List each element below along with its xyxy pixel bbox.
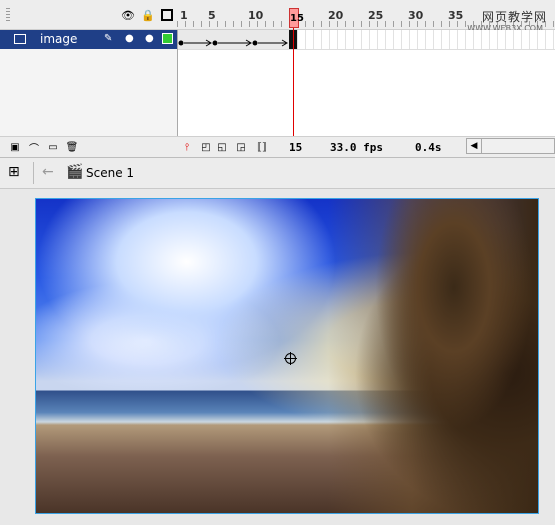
- layer-row-image[interactable]: image ✎ ● ●: [0, 30, 177, 49]
- palm-trees-image-region: [328, 199, 538, 513]
- timeline-toggle-icon[interactable]: ⊞: [8, 164, 26, 182]
- timeline-horizontal-scrollbar[interactable]: ◀: [466, 138, 555, 154]
- scene-clapper-icon: 🎬: [66, 164, 84, 180]
- onion-skin-icon[interactable]: ◰: [200, 141, 212, 153]
- frame-rate-readout: 33.0 fps: [330, 141, 383, 154]
- current-frame-readout: 15: [289, 141, 303, 154]
- back-arrow-icon[interactable]: ←: [42, 164, 54, 180]
- panel-grip-icon[interactable]: [6, 8, 10, 22]
- pencil-icon[interactable]: ✎: [104, 33, 112, 44]
- outline-color-swatch[interactable]: [162, 33, 173, 44]
- lock-dot-icon[interactable]: ●: [145, 33, 154, 44]
- toolbar-divider: [33, 162, 34, 184]
- onion-outline-icon[interactable]: ◱: [216, 141, 228, 153]
- layer-icon: [14, 34, 26, 44]
- tween-arrows: [178, 39, 288, 47]
- outline-square-icon[interactable]: [161, 9, 173, 21]
- elapsed-time-readout: 0.4s: [415, 141, 442, 154]
- insert-layer-icon[interactable]: ▣: [9, 141, 21, 153]
- scroll-left-arrow-icon[interactable]: ◀: [467, 139, 482, 153]
- scene-breadcrumb[interactable]: Scene 1: [86, 166, 134, 180]
- visibility-dot-icon[interactable]: ●: [125, 33, 134, 44]
- trash-icon[interactable]: 🗑: [66, 141, 79, 153]
- registration-point-icon: [284, 352, 297, 365]
- stage-canvas[interactable]: [35, 198, 539, 514]
- timeline-header: 👁 🔒 1 5 10 20 25 30 35 15 网页教学网 WWW.WEB3…: [0, 0, 555, 33]
- center-frame-icon[interactable]: ⫯: [181, 141, 193, 153]
- lock-icon[interactable]: 🔒: [141, 9, 155, 22]
- playhead-marker[interactable]: 15: [289, 8, 304, 28]
- layer-name: image: [40, 32, 78, 46]
- show-hide-eye-icon[interactable]: 👁: [121, 9, 135, 22]
- modify-onion-markers-icon[interactable]: ⟦⟧: [256, 141, 268, 153]
- timeline-panel: 👁 🔒 1 5 10 20 25 30 35 15 网页教学网 WWW.WEB3…: [0, 0, 555, 158]
- edit-multiple-frames-icon[interactable]: ◲: [235, 141, 247, 153]
- edit-bar: ⊞ ← 🎬 Scene 1: [0, 158, 555, 189]
- watermark-title: 网页教学网: [481, 10, 547, 24]
- folder-icon[interactable]: ▭: [47, 141, 59, 153]
- motion-tween-span[interactable]: [178, 30, 294, 49]
- motion-guide-icon[interactable]: ⌒: [28, 141, 40, 155]
